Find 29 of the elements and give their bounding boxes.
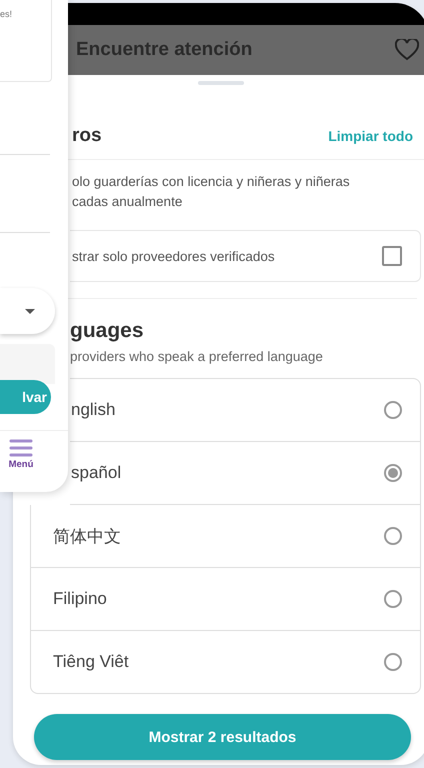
language-option[interactable]: spañol [70, 442, 421, 505]
language-option[interactable]: nglish [70, 378, 421, 442]
notice-text: es! [0, 9, 12, 19]
menu-icon [9, 439, 33, 457]
radio-button[interactable] [384, 401, 402, 419]
heart-icon[interactable] [395, 39, 419, 61]
verified-description: olo guarderías con licencia y niñeras y niñeras cadas anualmente [72, 173, 351, 211]
radio-button[interactable] [384, 590, 402, 608]
drag-handle[interactable] [198, 81, 244, 85]
menu-tab[interactable]: Menú [0, 430, 68, 470]
caret-icon [25, 308, 35, 314]
language-label: spañol [71, 463, 122, 483]
checkbox-label: strar solo proveedores verificados [72, 248, 275, 264]
language-label: nglish [71, 400, 116, 420]
languages-subtitle: providers who speak a preferred language [70, 349, 324, 364]
filters-title: ros [72, 125, 102, 147]
language-label: 简体中文 [53, 526, 121, 548]
radio-button[interactable] [384, 653, 402, 671]
radio-button[interactable] [384, 527, 402, 545]
checkbox[interactable] [382, 246, 402, 266]
languages-title: guages [70, 319, 145, 343]
verified-option-card[interactable]: strar solo proveedores verificados [70, 230, 421, 282]
language-label: Tiêng Viêt [53, 652, 129, 672]
header-title: Encuentre atención [76, 39, 252, 61]
language-label: Filipino [53, 589, 107, 609]
language-option[interactable]: Filipino [30, 568, 421, 631]
radio-button[interactable] [384, 464, 402, 482]
language-option[interactable]: Tiêng Viêt [30, 631, 421, 694]
language-option[interactable]: 简体中文 [30, 505, 421, 568]
